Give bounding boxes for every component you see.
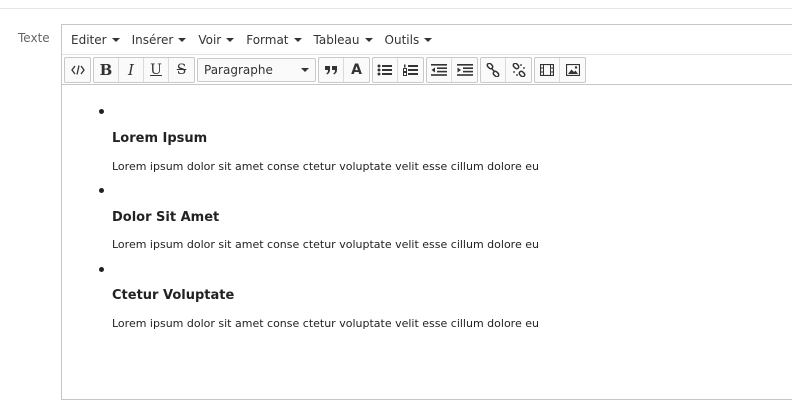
menu-tableau[interactable]: Tableau — [308, 25, 379, 54]
indent-icon — [456, 63, 473, 76]
item-text: Lorem ipsum dolor sit amet conse ctetur … — [112, 317, 539, 330]
menu-format-label: Format — [246, 32, 289, 47]
caret-down-icon — [111, 37, 120, 42]
menu-voir-label: Voir — [198, 32, 222, 47]
underline-button[interactable]: U — [144, 57, 169, 82]
media-button[interactable] — [535, 57, 560, 82]
menu-outils[interactable]: Outils — [379, 25, 439, 54]
bullet-icon — [99, 267, 104, 272]
media-group — [534, 56, 586, 83]
caret-down-icon — [226, 37, 235, 42]
outdent-button[interactable] — [427, 57, 452, 82]
text-style-group: B I U S — [93, 56, 195, 83]
item-title: Ctetur Voluptate — [112, 288, 235, 303]
italic-button[interactable]: I — [119, 57, 144, 82]
caret-down-icon — [424, 37, 433, 42]
numbered-list-button[interactable] — [398, 58, 423, 82]
underline-icon: U — [150, 61, 162, 78]
unlink-icon — [512, 62, 525, 77]
image-button[interactable] — [560, 58, 585, 82]
outdent-icon — [431, 63, 447, 76]
item-title: Lorem Ipsum — [112, 131, 208, 146]
menu-editer-label: Editer — [71, 32, 107, 47]
caret-down-icon — [293, 37, 302, 42]
caret-down-icon — [364, 37, 373, 42]
italic-icon: I — [128, 60, 134, 79]
bullet-list-icon — [377, 64, 392, 75]
indent-button[interactable] — [452, 58, 477, 82]
chevron-down-icon — [301, 67, 309, 72]
strikethrough-icon: S — [176, 61, 187, 78]
bullet-list-button[interactable] — [373, 57, 398, 82]
link-group — [480, 56, 532, 83]
text-color-button[interactable]: A — [344, 58, 369, 82]
menu-format[interactable]: Format — [240, 25, 307, 54]
bold-icon: B — [99, 60, 113, 79]
bullet-icon — [99, 109, 104, 114]
list-group — [372, 56, 424, 83]
numbered-list-icon — [402, 64, 418, 76]
item-title: Dolor Sit Amet — [112, 210, 220, 225]
item-text: Lorem ipsum dolor sit amet conse ctetur … — [112, 160, 539, 173]
menu-inserer[interactable]: Insérer — [126, 25, 193, 54]
menu-outils-label: Outils — [384, 32, 420, 47]
code-group — [64, 56, 91, 83]
format-select-value: Paragraphe — [204, 62, 273, 77]
format-select[interactable]: Paragraphe — [197, 57, 316, 82]
menu-inserer-label: Insérer — [131, 32, 174, 47]
caret-down-icon — [178, 37, 187, 42]
top-divider — [0, 8, 792, 9]
link-button[interactable] — [481, 57, 506, 82]
media-icon — [540, 63, 554, 76]
editor-toolbar: B I U S Paragraphe A — [62, 54, 792, 85]
bullet-icon — [99, 188, 104, 193]
blockquote-icon — [325, 65, 337, 74]
rich-text-editor: Editer Insérer Voir Format Tableau Outil… — [61, 24, 792, 400]
item-text: Lorem ipsum dolor sit amet conse ctetur … — [112, 238, 539, 251]
editor-menubar: Editer Insérer Voir Format Tableau Outil… — [62, 25, 792, 54]
bold-button[interactable]: B — [94, 57, 119, 82]
text-color-icon: A — [351, 61, 362, 78]
menu-editer[interactable]: Editer — [65, 25, 126, 54]
menu-tableau-label: Tableau — [313, 32, 360, 47]
link-icon — [486, 62, 500, 77]
unlink-button[interactable] — [506, 58, 531, 82]
indent-group — [426, 56, 478, 83]
menu-voir[interactable]: Voir — [192, 25, 240, 54]
image-icon — [565, 63, 580, 76]
code-icon — [70, 64, 85, 75]
field-label: Texte — [18, 31, 50, 45]
code-button[interactable] — [65, 58, 90, 82]
quote-color-group: A — [318, 56, 370, 83]
blockquote-button[interactable] — [319, 57, 344, 82]
strikethrough-button[interactable]: S — [169, 58, 194, 82]
